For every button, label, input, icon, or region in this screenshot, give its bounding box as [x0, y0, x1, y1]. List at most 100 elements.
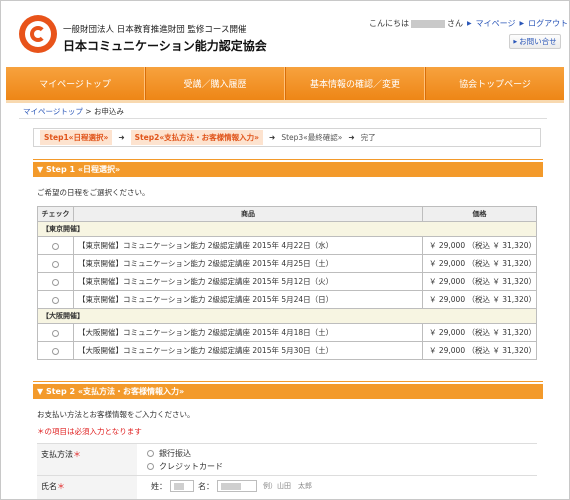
payment-method-label: 支払方法＊	[41, 449, 81, 460]
association-logo[interactable]	[19, 15, 57, 53]
section-1-header: ▼ Step 1 «日程選択»	[33, 162, 543, 177]
redacted-value	[221, 483, 241, 490]
org-subtitle: 一般財団法人 日本教育推進財団 監修コース開催	[63, 25, 247, 35]
credit-card-label: クレジットカード	[159, 462, 223, 471]
triangle-right-icon: ▶	[519, 20, 525, 27]
table-row: 【東京開催】コミュニケーション能力 2級認定講座 2015年 5月24日（日） …	[37, 290, 538, 309]
product-cell: 【東京開催】コミュニケーション能力 2級認定講座 2015年 5月24日（日）	[73, 290, 423, 309]
price-cell: ￥ 29,000 （税込 ￥ 31,320）	[421, 341, 538, 360]
schedule-radio[interactable]	[52, 260, 59, 268]
required-mark: ＊	[73, 450, 81, 459]
redacted-value	[174, 483, 184, 490]
table-row: 【東京開催】コミュニケーション能力 2級認定講座 2015年 4月22日（水） …	[37, 236, 538, 255]
check-cell	[37, 236, 74, 255]
logout-link[interactable]: ログアウト	[528, 18, 568, 29]
breadcrumb-home-link[interactable]: マイページトップ	[23, 107, 83, 116]
section-1-top-rule	[33, 159, 543, 160]
first-name-input[interactable]	[217, 480, 257, 492]
step-1-indicator: Step1«日程選択»	[40, 130, 113, 145]
payment-option-credit[interactable]: クレジットカード	[147, 461, 223, 472]
table-row: 【東京開催】コミュニケーション能力 2級認定講座 2015年 5月12日（火） …	[37, 272, 538, 291]
section-2-top-rule	[33, 381, 543, 382]
contact-button[interactable]: ▶ お問い合せ	[509, 34, 561, 49]
section-2-header: ▼ Step 2 «支払方法・お客様情報入力»	[33, 384, 543, 399]
step-2-indicator: Step2«支払方法・お客様情報入力»	[130, 130, 264, 145]
main-nav: マイページトップ 受講／購入履歴 基本情報の確認／変更 協会トップページ	[6, 67, 564, 100]
product-cell: 【大阪開催】コミュニケーション能力 2級認定講座 2015年 5月30日（土）	[73, 341, 423, 360]
greeting-suffix: さん	[447, 19, 463, 28]
price-cell: ￥ 29,000 （税込 ￥ 31,320）	[421, 254, 538, 273]
name-label: 氏名＊	[41, 481, 65, 492]
user-greeting: こんにちは さん ▶ マイページ ▶ ログアウト	[369, 18, 568, 29]
arrow-right-icon: ➜	[348, 133, 355, 142]
product-cell: 【東京開催】コミュニケーション能力 2級認定講座 2015年 5月12日（火）	[73, 272, 423, 291]
product-cell: 【東京開催】コミュニケーション能力 2級認定講座 2015年 4月25日（土）	[73, 254, 423, 273]
table-header-row: チェック 商品 価格	[37, 206, 538, 222]
triangle-right-icon: ▶	[467, 20, 472, 27]
bank-transfer-radio[interactable]	[147, 450, 154, 457]
price-cell: ￥ 29,000 （税込 ￥ 31,320）	[421, 290, 538, 309]
product-cell: 【大阪開催】コミュニケーション能力 2級認定講座 2015年 4月18日（土）	[73, 323, 423, 342]
arrow-right-icon: ➜	[269, 133, 276, 142]
site-header: 一般財団法人 日本教育推進財団 監修コース開催 日本コミュニケーション能力認定協…	[1, 1, 569, 69]
credit-card-radio[interactable]	[147, 463, 154, 470]
check-cell	[37, 323, 74, 342]
last-name-label: 姓：	[151, 481, 167, 491]
breadcrumb: マイページトップ > お申込み	[23, 106, 124, 117]
region-row-osaka: 【大阪開催】	[37, 308, 537, 324]
schedule-radio[interactable]	[52, 329, 59, 337]
price-cell: ￥ 29,000 （税込 ￥ 31,320）	[421, 272, 538, 291]
triangle-right-icon: ▶	[513, 38, 518, 45]
greeting-prefix: こんにちは	[369, 19, 409, 28]
org-name: 日本コミュニケーション能力認定協会	[63, 39, 267, 53]
name-label-text: 氏名	[41, 482, 57, 491]
payment-label-text: 支払方法	[41, 450, 73, 459]
application-form-page: 一般財団法人 日本教育推進財団 監修コース開催 日本コミュニケーション能力認定協…	[0, 0, 570, 500]
arrow-right-icon: ➜	[118, 133, 125, 142]
schedule-radio[interactable]	[52, 242, 59, 250]
first-name-label: 名：	[198, 481, 214, 491]
redacted-username	[411, 19, 445, 28]
name-fields: 姓： 名： 例）山田 太郎	[151, 480, 312, 492]
schedule-radio[interactable]	[52, 296, 59, 304]
table-row: 【東京開催】コミュニケーション能力 2級認定講座 2015年 4月25日（土） …	[37, 254, 538, 273]
bank-transfer-label: 銀行振込	[159, 449, 191, 458]
last-name-input[interactable]	[170, 480, 194, 492]
table-row: 【大阪開催】コミュニケーション能力 2級認定講座 2015年 5月30日（土） …	[37, 341, 538, 360]
logo-c-mark	[30, 26, 46, 42]
breadcrumb-divider	[19, 118, 547, 119]
nav-item-mypage-top[interactable]: マイページトップ	[6, 67, 145, 100]
section-1-instruction: ご希望の日程をご選択ください。	[37, 188, 150, 197]
region-label: 【大阪開催】	[37, 308, 537, 324]
breadcrumb-separator: >	[85, 107, 92, 116]
payment-option-bank[interactable]: 銀行振込	[147, 448, 191, 459]
column-header-check: チェック	[37, 206, 74, 222]
table-row: 【大阪開催】コミュニケーション能力 2級認定講座 2015年 4月18日（土） …	[37, 323, 538, 342]
schedule-radio[interactable]	[52, 347, 59, 355]
check-cell	[37, 272, 74, 291]
step-progress: Step1«日程選択» ➜ Step2«支払方法・お客様情報入力» ➜ Step…	[33, 128, 541, 147]
breadcrumb-current: お申込み	[93, 107, 124, 116]
region-row-tokyo: 【東京開催】	[37, 221, 537, 237]
mypage-link[interactable]: マイページ	[476, 18, 516, 29]
check-cell	[37, 290, 74, 309]
nav-item-basic-info[interactable]: 基本情報の確認／変更	[285, 67, 425, 100]
column-header-product: 商品	[73, 206, 423, 222]
name-example: 例）山田 太郎	[263, 482, 312, 490]
schedule-table: チェック 商品 価格 【東京開催】 【東京開催】コミュニケーション能力 2級認定…	[37, 206, 538, 360]
name-row: 氏名＊ 姓： 名： 例）山田 太郎	[37, 475, 537, 499]
price-cell: ￥ 29,000 （税込 ￥ 31,320）	[421, 236, 538, 255]
section-2-instruction: お支払い方法とお客様情報をご入力ください。	[37, 410, 195, 419]
required-note: ＊の項目は必須入力となります	[37, 427, 142, 436]
nav-underline	[6, 100, 564, 103]
schedule-radio[interactable]	[52, 278, 59, 286]
required-mark: ＊	[57, 482, 65, 491]
price-cell: ￥ 29,000 （税込 ￥ 31,320）	[421, 323, 538, 342]
step-4-indicator: 完了	[360, 133, 376, 142]
region-label: 【東京開催】	[37, 221, 537, 237]
check-cell	[37, 254, 74, 273]
step-3-indicator: Step3«最終確認»	[281, 133, 343, 142]
payment-method-row: 支払方法＊ 銀行振込 クレジットカード	[37, 443, 537, 475]
nav-item-association-top[interactable]: 協会トップページ	[425, 67, 564, 100]
nav-item-history[interactable]: 受講／購入履歴	[145, 67, 285, 100]
